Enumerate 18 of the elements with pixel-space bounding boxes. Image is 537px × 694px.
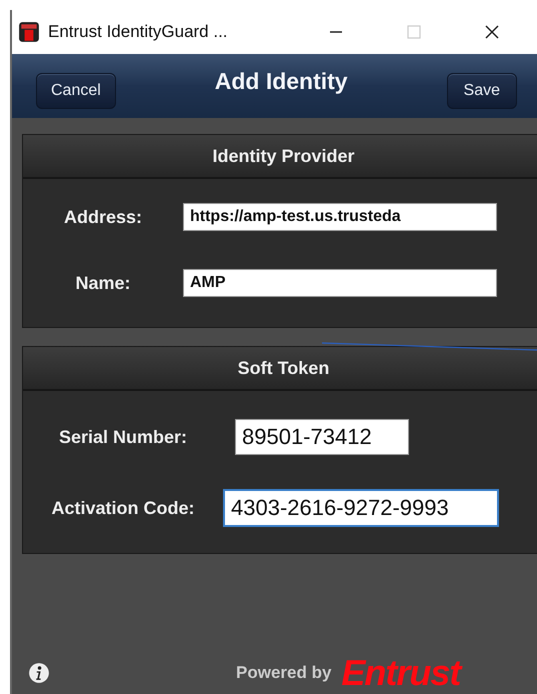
save-button[interactable]: Save xyxy=(446,73,517,109)
field-label: Serial Number: xyxy=(58,426,188,448)
input-field[interactable]: 89501-73412 xyxy=(235,419,409,455)
section-title: Soft Token xyxy=(238,358,330,378)
section-title: Identity Provider xyxy=(212,146,355,166)
field-label: Name: xyxy=(74,272,132,294)
field-label: Address: xyxy=(62,206,144,228)
info-icon[interactable] xyxy=(28,662,50,684)
cancel-button[interactable]: Cancel xyxy=(36,73,116,109)
window-title: Entrust IdentityGuard ... xyxy=(48,22,229,42)
input-field[interactable]: 4303-2616-9272-9993 xyxy=(223,489,499,527)
screen-title: Add Identity xyxy=(214,68,348,94)
powered-by-text: Powered by xyxy=(236,663,332,683)
input-field[interactable]: https://amp-test.us.trusteda xyxy=(183,203,497,231)
field-label: Activation Code: xyxy=(50,498,196,518)
brand-logo: Entrust xyxy=(341,655,460,691)
app-icon xyxy=(18,21,40,43)
input-field[interactable]: AMP xyxy=(183,269,497,297)
